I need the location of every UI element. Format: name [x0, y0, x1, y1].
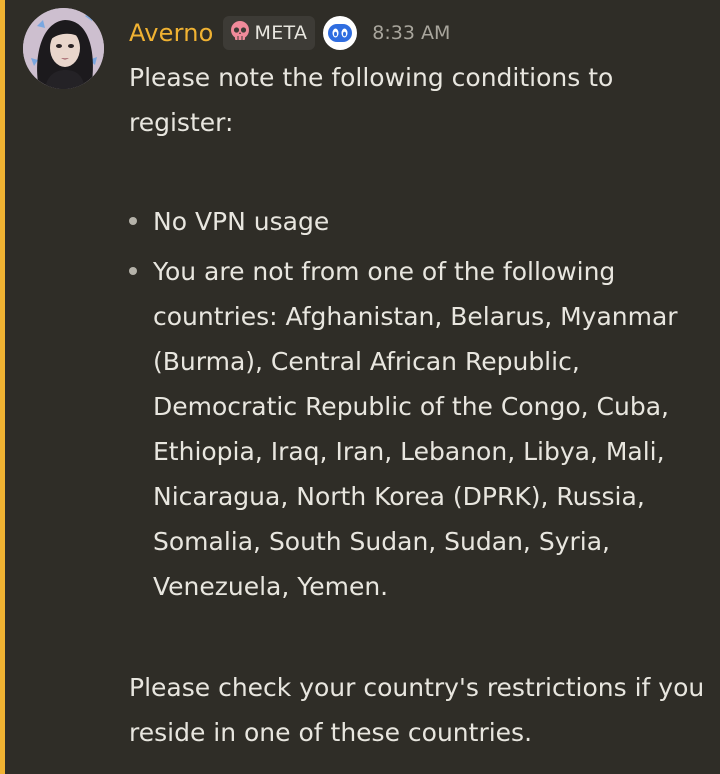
- list-item-text: No VPN usage: [153, 207, 330, 236]
- conditions-list: No VPN usage You are not from one of the…: [129, 199, 709, 609]
- bullet-icon: [129, 267, 137, 275]
- message-timestamp[interactable]: 8:33 AM: [372, 22, 450, 44]
- role-tag[interactable]: META: [222, 16, 316, 50]
- message-highlight-bar: [0, 0, 5, 774]
- message-paragraph-2: Please check your country's restrictions…: [129, 673, 705, 747]
- avatar[interactable]: [23, 8, 104, 89]
- list-item: You are not from one of the following co…: [129, 249, 709, 609]
- message-content: Please note the following conditions to …: [129, 55, 709, 755]
- message-header: Averno META 8:33 AM: [129, 13, 450, 53]
- author-name[interactable]: Averno: [129, 19, 214, 47]
- message-paragraph-1: Please note the following conditions to …: [129, 63, 614, 137]
- skull-icon: [229, 20, 251, 46]
- bot-face-icon[interactable]: [322, 15, 358, 51]
- chat-message: Averno META 8:33 AM Please note the foll…: [0, 0, 720, 774]
- avatar-image: [23, 8, 104, 89]
- list-item: No VPN usage: [129, 199, 709, 244]
- bullet-icon: [129, 217, 137, 225]
- role-tag-label: META: [254, 22, 308, 44]
- list-item-text: You are not from one of the following co…: [153, 257, 678, 601]
